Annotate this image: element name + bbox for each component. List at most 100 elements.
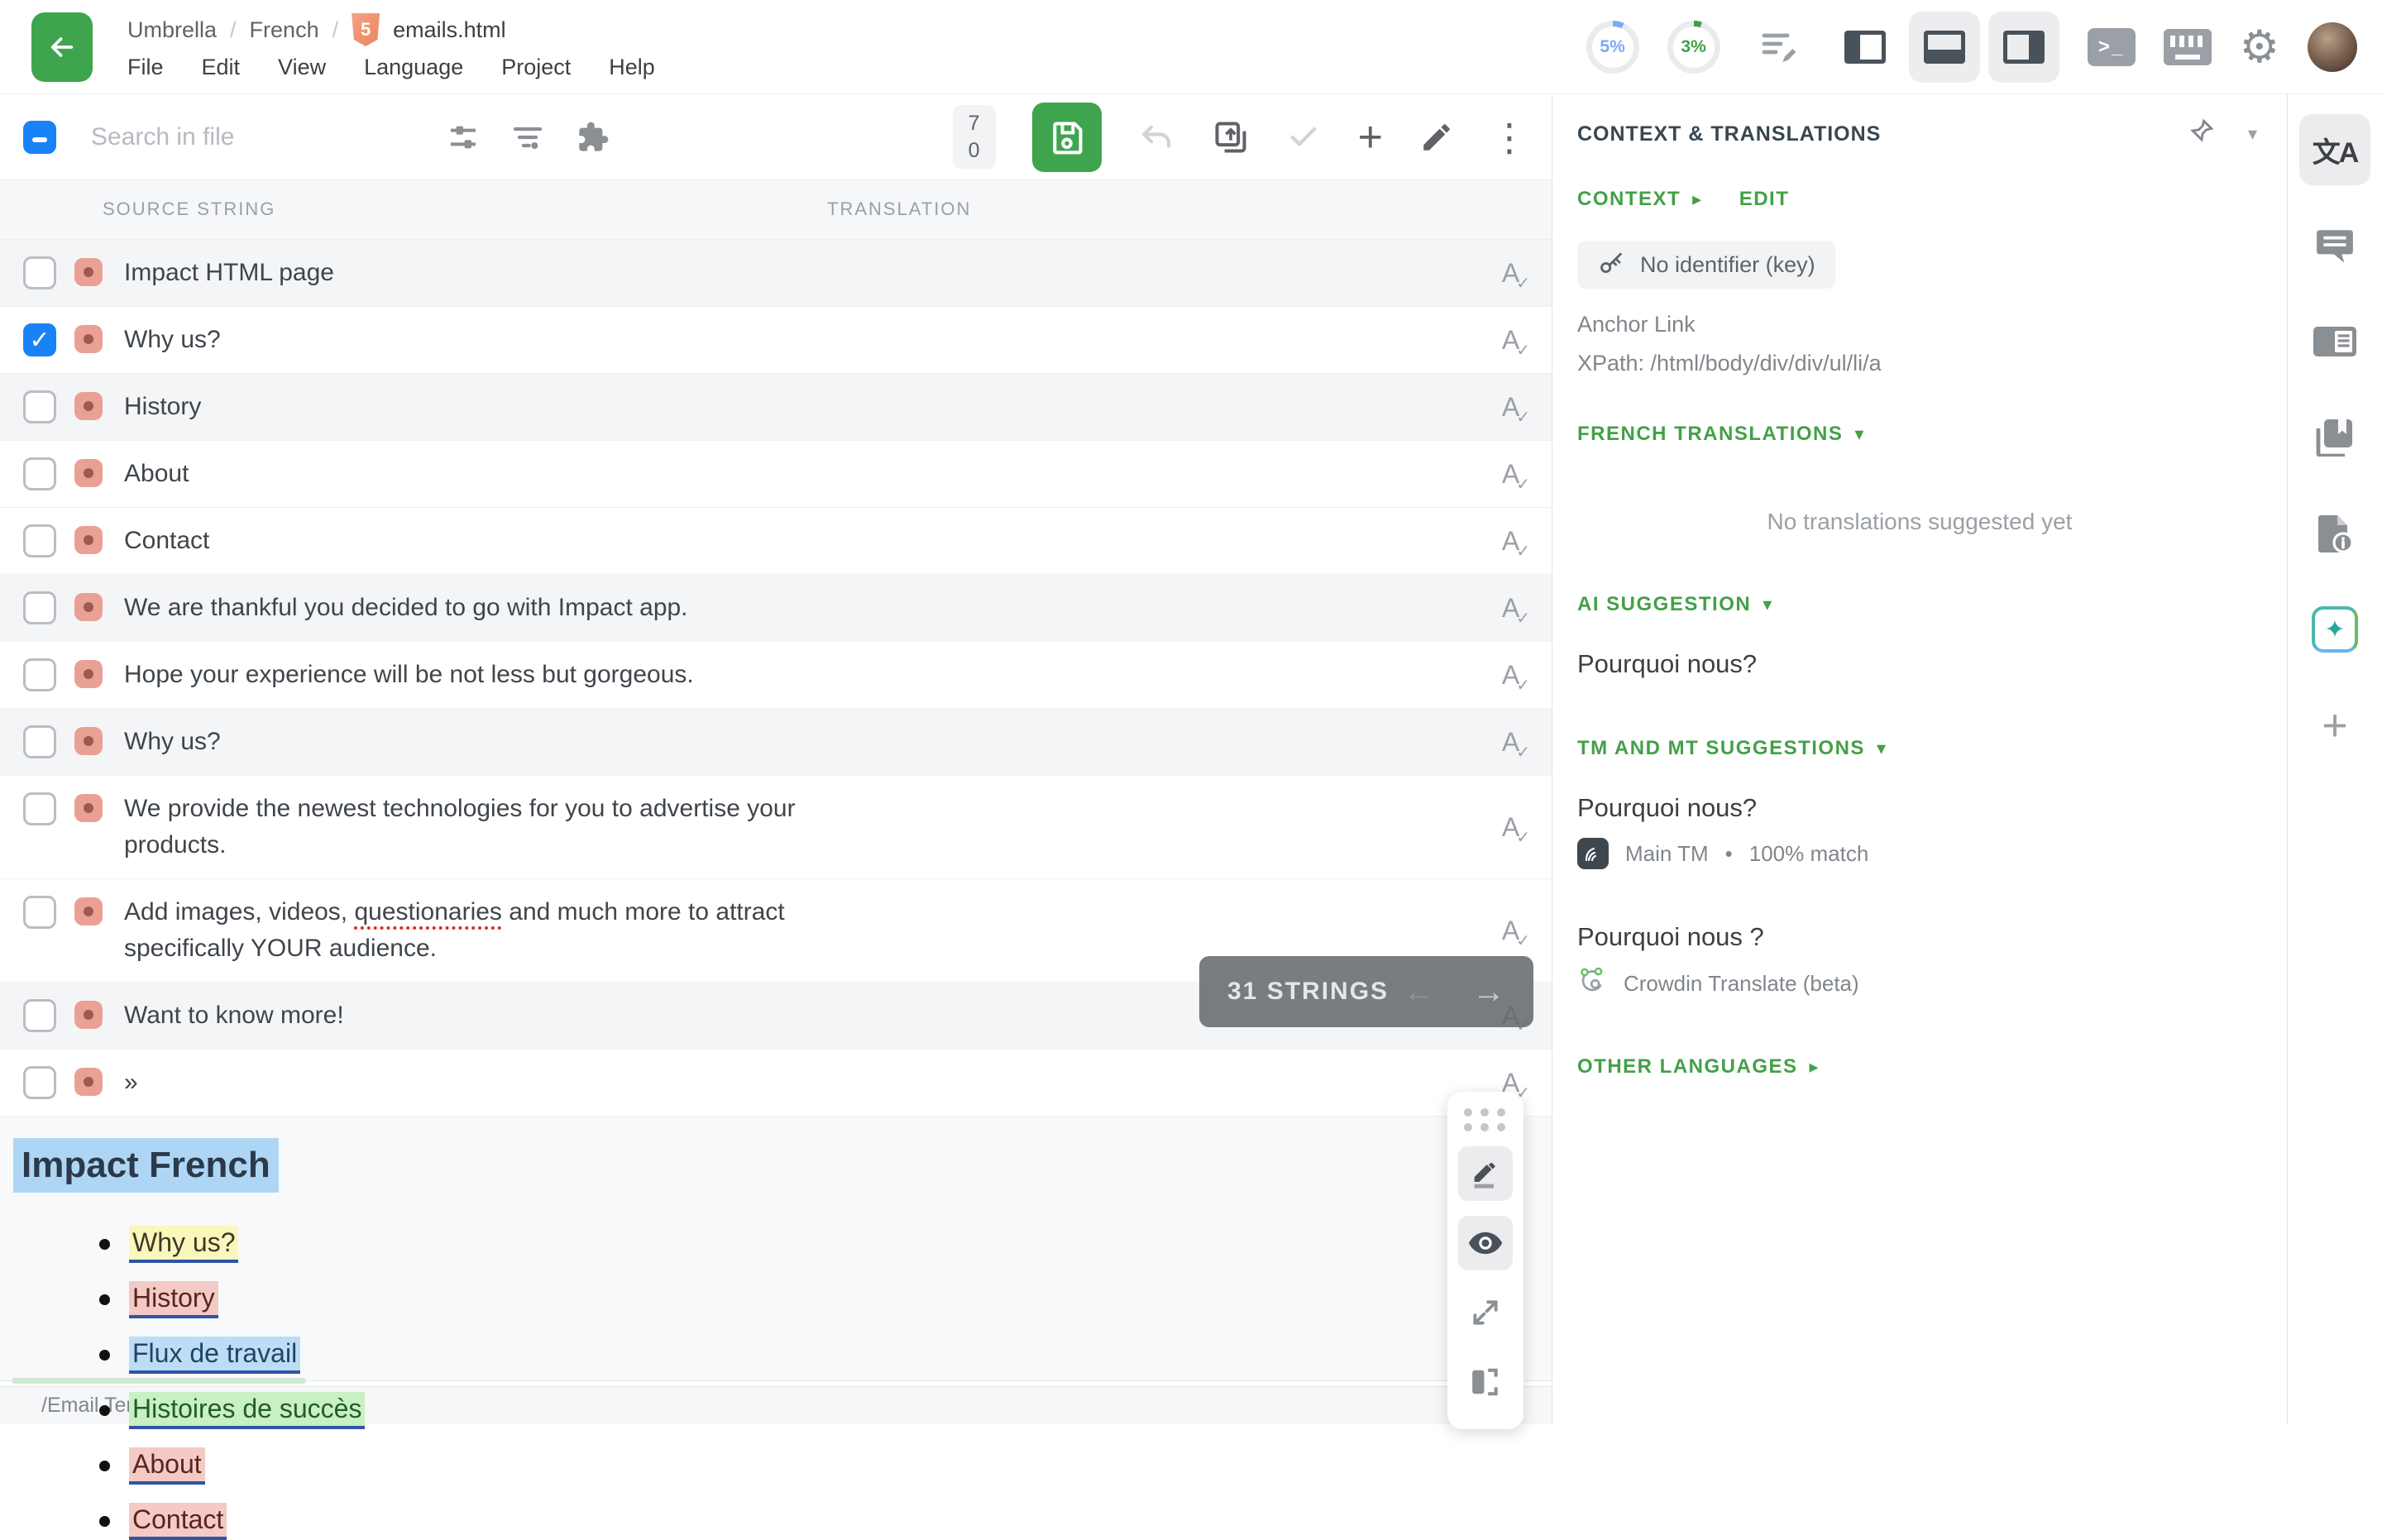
menu-help[interactable]: Help <box>609 55 655 80</box>
menu-edit[interactable]: Edit <box>202 55 241 80</box>
user-avatar[interactable] <box>2308 22 2357 72</box>
row-checkbox[interactable] <box>23 256 56 289</box>
spellcheck-icon[interactable]: A✓ <box>1502 917 1533 944</box>
preview-title[interactable]: Impact French <box>13 1138 279 1193</box>
table-row[interactable]: Hope your experience will be not less bu… <box>0 642 1552 709</box>
breadcrumb-language[interactable]: French <box>250 17 319 43</box>
translated-progress-ring[interactable]: 5% <box>1586 21 1639 74</box>
approved-progress-ring[interactable]: 3% <box>1667 21 1720 74</box>
table-row[interactable]: » A✓ <box>0 1050 1552 1117</box>
filter-icon[interactable] <box>511 121 544 154</box>
table-row[interactable]: History A✓ <box>0 374 1552 441</box>
draft-edit-icon[interactable] <box>1760 29 1801 65</box>
source-string: » <box>124 1064 138 1101</box>
more-menu-icon[interactable]: ⋮ <box>1490 118 1528 156</box>
row-checkbox[interactable] <box>23 999 56 1032</box>
toggle-left-panel[interactable] <box>1830 12 1901 83</box>
collapse-panel-icon[interactable]: ▾ <box>2248 123 2257 145</box>
prev-page-arrow-icon[interactable]: ← <box>1403 973 1436 1011</box>
approve-check-icon[interactable] <box>1285 121 1322 154</box>
row-checkbox[interactable] <box>23 457 56 490</box>
console-icon[interactable]: >_ <box>2088 28 2136 66</box>
toggle-bottom-panel[interactable] <box>1909 12 1980 83</box>
settings-gear-icon[interactable]: ⚙ <box>2240 25 2279 69</box>
search-input[interactable] <box>91 123 447 151</box>
add-panel-button[interactable]: + <box>2299 690 2370 761</box>
menu-file[interactable]: File <box>127 55 164 80</box>
plugins-puzzle-icon[interactable] <box>576 120 610 155</box>
spellcheck-icon[interactable]: A✓ <box>1502 528 1533 554</box>
copy-source-icon[interactable] <box>1213 119 1249 155</box>
table-row[interactable]: Contact A✓ <box>0 508 1552 575</box>
back-button[interactable] <box>31 12 93 82</box>
expand-preview-button[interactable] <box>1458 1285 1513 1340</box>
row-checkbox[interactable] <box>23 896 56 929</box>
spellcheck-icon[interactable]: A✓ <box>1502 814 1533 840</box>
row-checkbox[interactable] <box>23 792 56 825</box>
drag-handle-icon[interactable] <box>1464 1108 1507 1131</box>
split-view-button[interactable] <box>1458 1355 1513 1409</box>
edit-pencil-icon[interactable] <box>1419 120 1454 155</box>
ai-suggestion-section-toggle[interactable]: AI SUGGESTION▾ <box>1577 593 2262 616</box>
preview-visibility-button[interactable] <box>1458 1216 1513 1270</box>
spellcheck-icon[interactable]: A✓ <box>1502 260 1533 286</box>
breadcrumb-project[interactable]: Umbrella <box>127 17 217 43</box>
ai-suggestion-text[interactable]: Pourquoi nous? <box>1577 649 2262 679</box>
tm-source-icon <box>1577 838 1609 869</box>
spellcheck-icon[interactable]: A✓ <box>1502 394 1533 420</box>
toggle-right-panel[interactable] <box>1988 12 2059 83</box>
undo-icon[interactable] <box>1138 120 1176 155</box>
add-string-icon[interactable]: + <box>1358 116 1383 159</box>
menu-language[interactable]: Language <box>364 55 463 80</box>
menu-project[interactable]: Project <box>501 55 571 80</box>
untranslated-status-icon <box>74 526 103 554</box>
table-row-selected[interactable]: Why us? A✓ <box>0 307 1552 374</box>
preview-link[interactable]: About <box>129 1447 205 1485</box>
tab-file-info[interactable] <box>2299 498 2370 569</box>
table-row[interactable]: We are thankful you decided to go with I… <box>0 575 1552 642</box>
menu-view[interactable]: View <box>278 55 326 80</box>
edit-context-link[interactable]: EDIT <box>1739 188 1790 211</box>
next-page-arrow-icon[interactable]: → <box>1472 973 1505 1011</box>
tm-suggestion-text[interactable]: Pourquoi nous? <box>1577 793 2262 823</box>
translations-section-toggle[interactable]: FRENCH TRANSLATIONS▾ <box>1577 423 2262 446</box>
context-section-toggle[interactable]: CONTEXT▸ <box>1577 188 1703 211</box>
spellcheck-icon[interactable]: A✓ <box>1502 662 1533 688</box>
advanced-filter-icon[interactable] <box>447 121 480 154</box>
row-checkbox[interactable] <box>23 658 56 691</box>
tab-comments[interactable] <box>2299 210 2370 281</box>
table-row[interactable]: Why us? A✓ <box>0 709 1552 776</box>
top-bar: Umbrella / French / 5 emails.html File E… <box>0 0 2382 94</box>
tab-terms[interactable] <box>2299 306 2370 377</box>
row-checkbox[interactable] <box>23 524 56 557</box>
row-checkbox[interactable] <box>23 323 56 356</box>
preview-link[interactable]: Contact <box>129 1503 227 1540</box>
table-row[interactable]: Impact HTML page A✓ <box>0 240 1552 307</box>
row-checkbox[interactable] <box>23 725 56 758</box>
tab-translations[interactable]: 文A <box>2299 114 2370 185</box>
table-row[interactable]: We provide the newest technologies for y… <box>0 776 1552 879</box>
highlight-mode-button[interactable] <box>1458 1146 1513 1201</box>
preview-link[interactable]: Flux de travail <box>129 1337 300 1374</box>
row-checkbox[interactable] <box>23 1066 56 1099</box>
spellcheck-icon[interactable]: A✓ <box>1502 327 1533 353</box>
mt-suggestion-text[interactable]: Pourquoi nous ? <box>1577 922 2262 952</box>
keyboard-shortcuts-icon[interactable] <box>2164 29 2212 65</box>
preview-link[interactable]: Histoires de succès <box>129 1392 365 1429</box>
table-row[interactable]: About A✓ <box>0 441 1552 508</box>
select-all-checkbox[interactable] <box>23 121 56 154</box>
row-checkbox[interactable] <box>23 591 56 624</box>
tab-dictionary[interactable] <box>2299 402 2370 473</box>
save-button[interactable] <box>1032 103 1102 172</box>
pin-panel-icon[interactable] <box>2187 117 2215 150</box>
breadcrumb-file[interactable]: emails.html <box>393 17 506 43</box>
preview-link[interactable]: History <box>129 1281 218 1318</box>
row-checkbox[interactable] <box>23 390 56 423</box>
tm-mt-section-toggle[interactable]: TM AND MT SUGGESTIONS▾ <box>1577 737 2262 760</box>
tab-ai-assistant[interactable]: ✦ <box>2299 594 2370 665</box>
other-languages-section-toggle[interactable]: OTHER LANGUAGES▸ <box>1577 1055 2262 1078</box>
spellcheck-icon[interactable]: A✓ <box>1502 461 1533 487</box>
spellcheck-icon[interactable]: A✓ <box>1502 595 1533 621</box>
preview-link[interactable]: Why us? <box>129 1226 238 1263</box>
spellcheck-icon[interactable]: A✓ <box>1502 729 1533 755</box>
